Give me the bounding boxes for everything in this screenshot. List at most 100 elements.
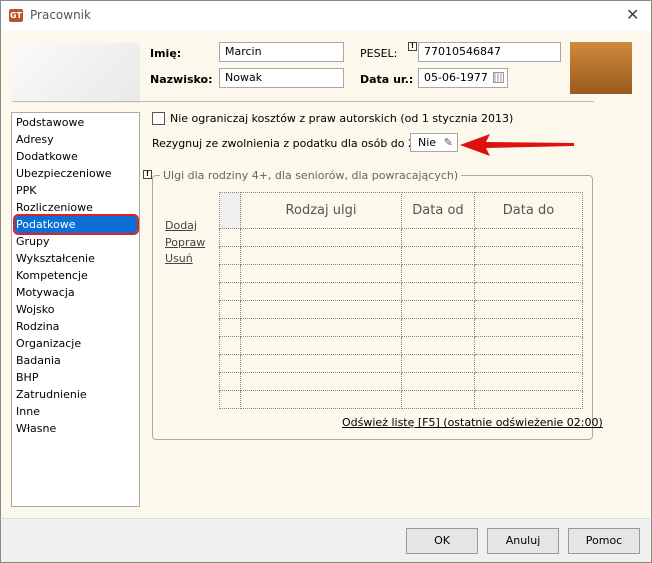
nazwisko-field[interactable]: Nowak (219, 68, 344, 88)
help-button[interactable]: Pomoc (568, 528, 640, 554)
sidebar-item[interactable]: Kompetencje (15, 267, 137, 284)
calendar-icon[interactable] (493, 72, 504, 83)
refresh-link[interactable]: Odśwież listę [F5] (ostatnie odświeżenie… (342, 416, 603, 429)
ulgi-table[interactable]: Rodzaj ulgi Data od Data do (219, 192, 583, 409)
title-bar (0, 0, 652, 31)
sidebar-item[interactable]: PPK (15, 182, 137, 199)
table-cell[interactable] (219, 390, 241, 409)
table-cell[interactable] (401, 336, 475, 355)
table-cell[interactable] (474, 282, 583, 301)
table-cell[interactable] (474, 318, 583, 337)
table-cell[interactable] (474, 264, 583, 283)
table-row[interactable] (219, 264, 583, 283)
table-cell[interactable] (240, 354, 402, 373)
table-row[interactable] (219, 336, 583, 355)
sidebar-item[interactable]: Rozliczeniowe (15, 199, 137, 216)
table-cell[interactable] (219, 246, 241, 265)
table-cell[interactable] (219, 282, 241, 301)
popraw-link[interactable]: Popraw (165, 236, 205, 249)
table-cell[interactable] (219, 318, 241, 337)
table-cell[interactable] (401, 246, 475, 265)
usun-link[interactable]: Usuń (165, 252, 193, 265)
checkbox-label: Nie ograniczaj kosztów z praw autorskich… (170, 112, 514, 125)
table-cell[interactable] (240, 228, 402, 247)
column-header[interactable]: Data do (474, 192, 583, 229)
sidebar-item[interactable]: Podatkowe (13, 214, 139, 235)
ok-button[interactable]: OK (406, 528, 478, 554)
sidebar-item[interactable]: Grupy (15, 233, 137, 250)
divider (12, 101, 594, 102)
table-cell[interactable] (401, 300, 475, 319)
table-cell[interactable] (401, 354, 475, 373)
table-cell[interactable] (240, 282, 402, 301)
table-cell[interactable] (474, 336, 583, 355)
dodaj-link[interactable]: Dodaj (165, 219, 197, 232)
table-cell[interactable] (401, 372, 475, 391)
table-cell[interactable] (401, 282, 475, 301)
warning-icon: ! (408, 42, 417, 51)
close-icon[interactable]: ✕ (626, 5, 639, 24)
table-row[interactable] (219, 372, 583, 391)
pencil-icon[interactable]: ✎ (444, 136, 453, 149)
rezygnuj-label: Rezygnuj ze zwolnienia z podatku dla osó… (152, 137, 444, 150)
table-cell[interactable] (401, 318, 475, 337)
table-cell[interactable] (401, 264, 475, 283)
nie-ograniczaj-checkbox[interactable] (152, 112, 165, 125)
table-cell[interactable] (401, 228, 475, 247)
table-cell[interactable] (240, 372, 402, 391)
table-cell[interactable] (240, 246, 402, 265)
imie-field[interactable]: Marcin (219, 42, 344, 62)
table-row[interactable] (219, 318, 583, 337)
table-cell[interactable] (474, 246, 583, 265)
group-title: Ulgi dla rodziny 4+, dla seniorów, dla p… (160, 169, 462, 182)
warning-icon: ! (143, 170, 152, 179)
table-cell[interactable] (219, 372, 241, 391)
table-cell[interactable] (240, 300, 402, 319)
sidebar-item[interactable]: Podstawowe (15, 114, 137, 131)
sidebar-item[interactable]: Adresy (15, 131, 137, 148)
sidebar-item[interactable]: Ubezpieczeniowe (15, 165, 137, 182)
table-cell[interactable] (474, 228, 583, 247)
sidebar-item[interactable]: Własne (15, 420, 137, 437)
sidebar-item[interactable]: Inne (15, 403, 137, 420)
table-row[interactable] (219, 300, 583, 319)
table-cell[interactable] (240, 336, 402, 355)
sidebar-item[interactable]: Badania (15, 352, 137, 369)
table-row[interactable] (219, 354, 583, 373)
sidebar-item[interactable]: Wykształcenie (15, 250, 137, 267)
table-cell[interactable] (240, 264, 402, 283)
sidebar-item[interactable]: Rodzina (15, 318, 137, 335)
table-row[interactable] (219, 390, 583, 409)
table-cell[interactable] (219, 264, 241, 283)
table-row[interactable] (219, 282, 583, 301)
sidebar-item[interactable]: Wojsko (15, 301, 137, 318)
table-cell[interactable] (240, 390, 402, 409)
sidebar: Podstawowe Adresy Dodatkowe Ubezpieczeniowe… (11, 112, 140, 507)
table-cell[interactable] (219, 354, 241, 373)
sidebar-item[interactable]: Organizacje (15, 335, 137, 352)
sidebar-item[interactable]: Motywacja (15, 284, 137, 301)
table-cell[interactable] (219, 300, 241, 319)
rezygnuj-field[interactable]: Nie ✎ (410, 133, 458, 152)
sidebar-item[interactable]: Dodatkowe (15, 148, 137, 165)
table-row[interactable] (219, 228, 583, 247)
column-header[interactable]: Rodzaj ulgi (240, 192, 402, 229)
sidebar-item[interactable]: Zatrudnienie (15, 386, 137, 403)
cancel-button[interactable]: Anuluj (487, 528, 559, 554)
nazwisko-label: Nazwisko: (150, 73, 213, 86)
avatar[interactable] (570, 42, 632, 94)
person-card-image (10, 43, 140, 103)
table-cell[interactable] (474, 372, 583, 391)
table-cell[interactable] (240, 318, 402, 337)
column-header[interactable]: Data od (401, 192, 475, 229)
table-cell[interactable] (474, 354, 583, 373)
table-cell[interactable] (219, 228, 241, 247)
table-cell[interactable] (401, 390, 475, 409)
sidebar-item[interactable]: BHP (15, 369, 137, 386)
table-cell[interactable] (474, 390, 583, 409)
window-title: Pracownik (30, 8, 91, 22)
table-cell[interactable] (474, 300, 583, 319)
table-cell[interactable] (219, 336, 241, 355)
table-row[interactable] (219, 246, 583, 265)
pesel-field[interactable]: 77010546847 (418, 42, 561, 62)
